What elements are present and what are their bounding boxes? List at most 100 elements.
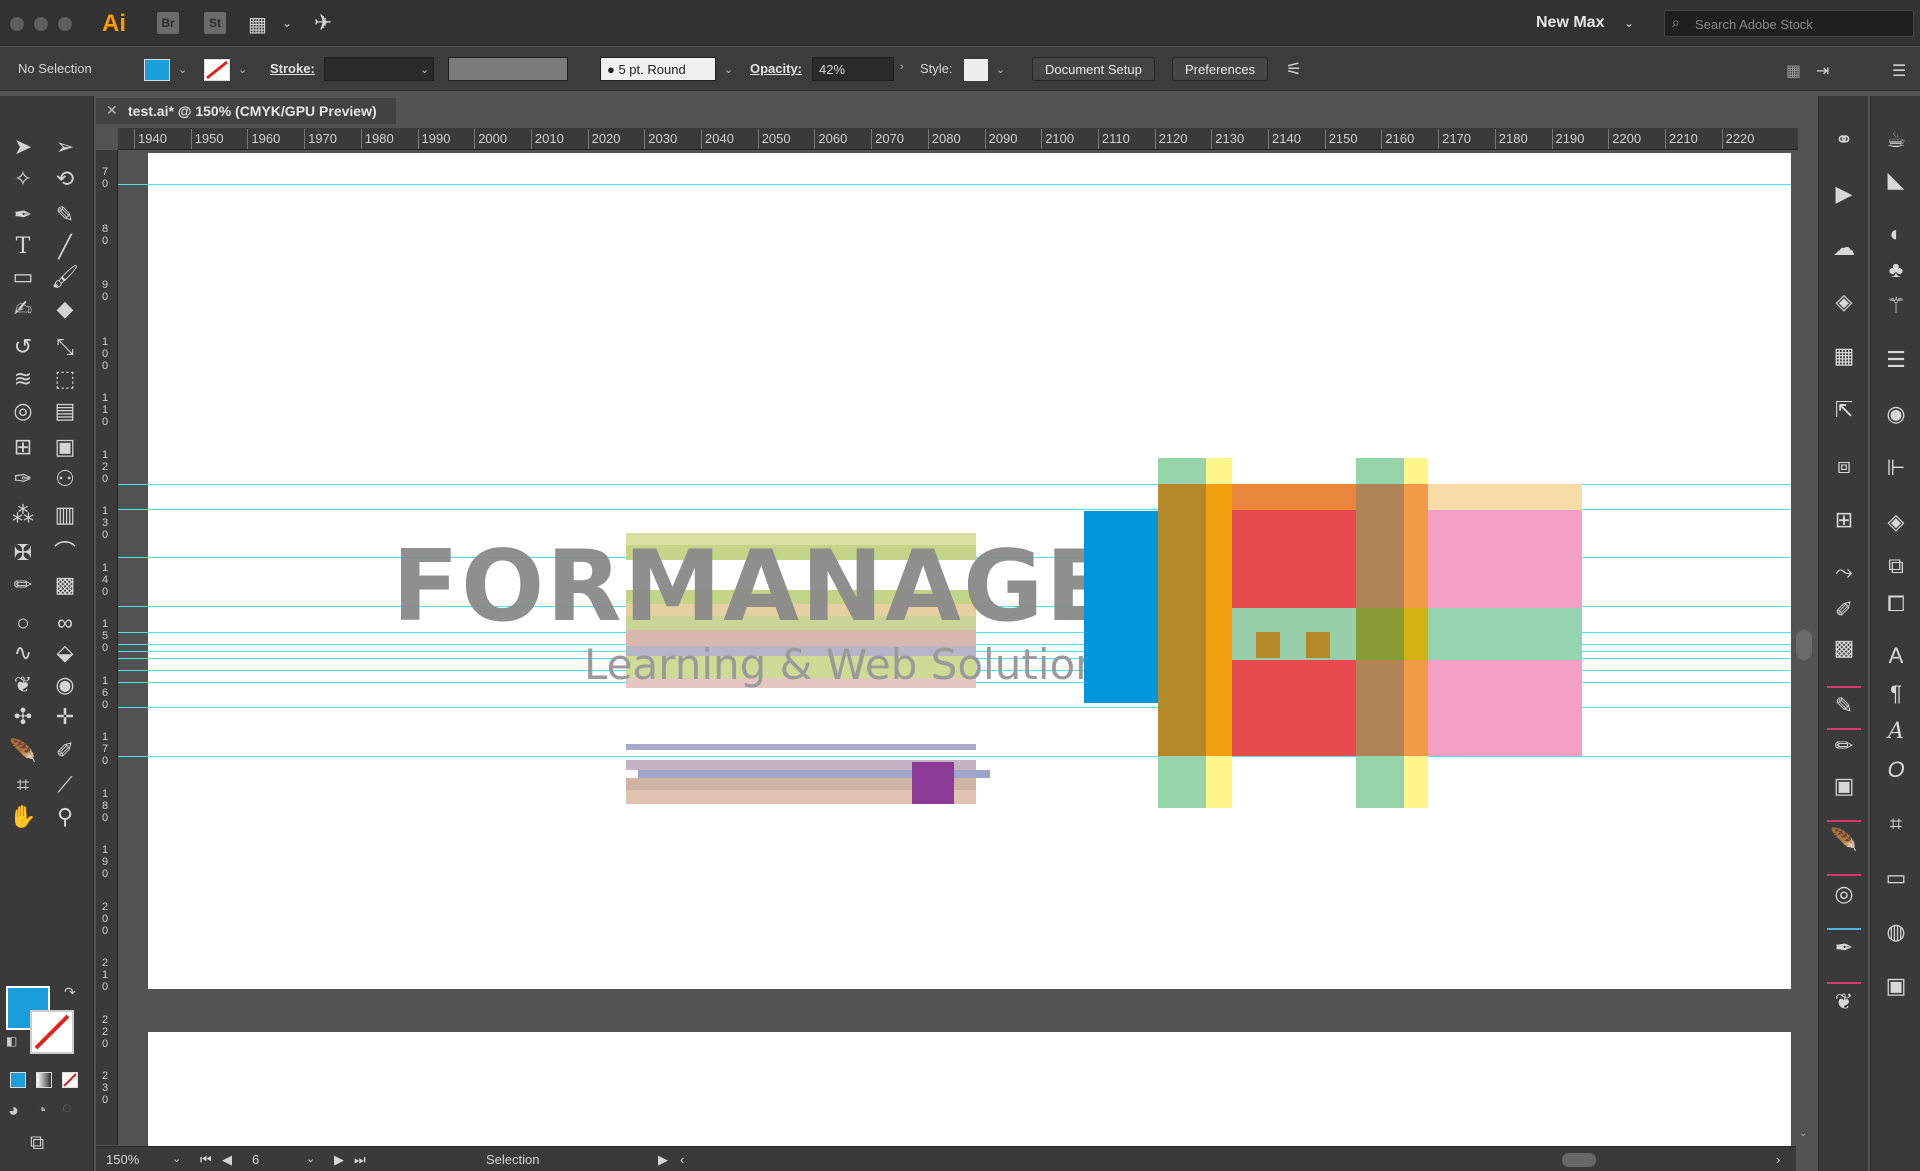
pink-block-bottom[interactable] (1428, 660, 1582, 756)
type-tool-icon[interactable]: T (6, 232, 40, 262)
texture-panel-icon[interactable]: ▩ (1829, 634, 1859, 662)
orange-top-band[interactable] (1232, 484, 1356, 510)
stroke-weight-chevron-icon[interactable]: ⌄ (420, 63, 429, 76)
transparency-panel-icon[interactable]: ◐ (1881, 220, 1911, 248)
purple-square[interactable] (912, 762, 954, 804)
texture-tool-icon[interactable]: ▩ (48, 570, 82, 600)
artboard-tool-icon[interactable]: ⌗ (6, 770, 40, 800)
scroll-down-icon[interactable]: ⌄ (1799, 1128, 1807, 1139)
pattern-tool-icon[interactable]: ✣ (6, 702, 40, 732)
column-graph-tool-icon[interactable]: ▥ (48, 500, 82, 530)
fill-chevron-icon[interactable]: ⌄ (178, 63, 187, 76)
curve-panel-icon[interactable]: ⤳ (1829, 558, 1859, 586)
paragraph-panel-icon[interactable]: ¶ (1881, 680, 1911, 708)
image-panel-icon[interactable]: ▣ (1881, 972, 1911, 1000)
stroke-label[interactable]: Stroke: (270, 61, 315, 76)
horizontal-scroll-thumb[interactable] (1562, 1153, 1596, 1167)
stroke-panel-icon[interactable]: ☰ (1881, 346, 1911, 374)
symbol-sprayer-tool-icon[interactable]: ⁂ (6, 500, 40, 530)
stroke-color-swatch[interactable] (204, 59, 230, 81)
gradient-tool-icon[interactable]: ▣ (48, 432, 82, 462)
feather-preset-icon[interactable]: 🪶 (1829, 826, 1859, 854)
wave-tool-icon[interactable]: ∿ (6, 638, 40, 668)
draw-inside-icon[interactable]: ◌ (62, 1100, 72, 1118)
feather-tool-icon[interactable]: 🪶 (6, 736, 40, 766)
draw-behind-icon[interactable]: ◔ (36, 1100, 47, 1121)
scroll-right-icon[interactable]: › (1776, 1152, 1780, 1167)
previous-artboard-icon[interactable]: ◀ (222, 1152, 232, 1168)
stock-button[interactable]: St (204, 12, 226, 34)
blue-block[interactable] (1084, 511, 1158, 703)
variable-width-profile[interactable] (448, 57, 568, 81)
vertical-ruler[interactable]: 70 80 90 100 110 120 130 140 150 160 170 180 190 200 2… (96, 150, 118, 1145)
brush-panel-icon[interactable]: ✐ (1829, 596, 1859, 624)
mint-band-right[interactable] (1428, 608, 1582, 660)
brush-preset-icon[interactable]: ✎ (1829, 692, 1859, 720)
shaper-tool-icon[interactable]: ✍ (6, 294, 40, 324)
draw-normal-icon[interactable]: ◕ (8, 1100, 19, 1121)
spiral-preset-icon[interactable]: ◎ (1829, 880, 1859, 908)
knife-tool-icon[interactable]: ⟋ (48, 770, 82, 800)
scale-tool-icon[interactable]: ⤡ (48, 332, 82, 362)
opacity-arrow-icon[interactable]: › (900, 61, 904, 73)
arrange-documents-icon[interactable]: ▦ (248, 12, 267, 37)
globe-panel-icon[interactable]: ◍ (1881, 918, 1911, 946)
green-band-middle[interactable] (1232, 608, 1356, 660)
curvature-tool-icon[interactable]: ✎ (48, 200, 82, 230)
marker-tool-icon[interactable]: ✐ (48, 736, 82, 766)
brush-tool-icon[interactable]: ✏ (6, 570, 40, 600)
butterfly-tool-icon[interactable]: ❦ (6, 670, 40, 700)
screen-mode-icon[interactable]: ⧉ (30, 1132, 44, 1155)
status-menu-icon[interactable]: ▶ (658, 1152, 668, 1168)
lower-bar-top[interactable] (626, 744, 976, 750)
glasses-tool-icon[interactable]: ∞ (48, 608, 82, 638)
align-panel-icon[interactable]: ⊩ (1881, 454, 1911, 482)
line-tool-icon[interactable]: ╱ (48, 232, 82, 262)
hand-tool-icon[interactable]: ✋ (6, 802, 40, 832)
zoom-level[interactable]: 150% (106, 1152, 139, 1167)
opacity-label[interactable]: Opacity: (750, 61, 802, 76)
red-block-top[interactable] (1232, 510, 1356, 608)
green-foot-left[interactable] (1158, 756, 1206, 808)
spiral-tool-icon[interactable]: ◉ (48, 670, 82, 700)
red-block-bottom[interactable] (1232, 660, 1356, 756)
style-chevron-icon[interactable]: ⌄ (996, 63, 1005, 76)
vertical-scroll-thumb[interactable] (1796, 630, 1812, 660)
blend-tool-icon[interactable]: ⚇ (48, 464, 82, 494)
butterfly-preset-icon[interactable]: ❦ (1829, 988, 1859, 1016)
color-mode-icon[interactable] (10, 1072, 26, 1088)
ochre-notch-1[interactable] (1256, 632, 1280, 658)
zoom-tool-icon[interactable]: ⚲ (48, 802, 82, 832)
direct-selection-tool-icon[interactable]: ➢ (48, 132, 82, 162)
vertical-scrollbar[interactable]: ⌄ (1793, 150, 1815, 1145)
magic-wand-tool-icon[interactable]: ✧ (6, 164, 40, 194)
guide-line[interactable] (118, 184, 1791, 185)
fill-tool-icon[interactable]: ⬙ (48, 638, 82, 668)
scroll-left-icon[interactable]: ‹ (680, 1152, 684, 1167)
rectangle-tool-icon[interactable]: ▭ (6, 262, 40, 292)
stroke-weight-field[interactable] (324, 57, 434, 81)
selection-tool-icon[interactable]: ➤ (6, 132, 40, 162)
eraser-tool-icon[interactable]: ◆ (48, 294, 82, 324)
align-options-icon[interactable]: ⚟ (1286, 59, 1302, 80)
green-foot-right[interactable] (1356, 756, 1404, 808)
document-setup-button[interactable]: Document Setup (1032, 57, 1155, 81)
character-styles-icon[interactable]: A (1881, 718, 1911, 746)
appearance-panel-icon[interactable]: ◉ (1881, 400, 1911, 428)
horizontal-ruler[interactable]: 1940 1950 1960 1970 1980 1990 2000 2010 2020 2030… (118, 128, 1798, 150)
zoom-chevron-icon[interactable]: ⌄ (172, 1152, 181, 1165)
links-panel-icon[interactable]: ⚭ (1829, 126, 1859, 154)
brush-preset-2-icon[interactable]: ✏ (1829, 732, 1859, 760)
ochre-column-left[interactable] (1158, 484, 1206, 756)
color-guide-icon[interactable]: ☕ (1881, 126, 1911, 154)
stock-search-input[interactable]: Search Adobe Stock (1664, 10, 1914, 37)
green-cap-left[interactable] (1158, 458, 1206, 484)
rotate-tool-icon[interactable]: ↺ (6, 332, 40, 362)
workspace-chevron-icon[interactable]: ⌄ (1624, 16, 1634, 30)
pen-preset-icon[interactable]: ✒ (1829, 934, 1859, 962)
opacity-field[interactable]: 42% (812, 57, 894, 81)
guide-line[interactable] (118, 756, 1791, 757)
olive-band-right[interactable] (1356, 608, 1404, 660)
artboard-chevron-icon[interactable]: ⌄ (306, 1152, 315, 1165)
lasso-tool-icon[interactable]: ⟲ (48, 164, 82, 194)
